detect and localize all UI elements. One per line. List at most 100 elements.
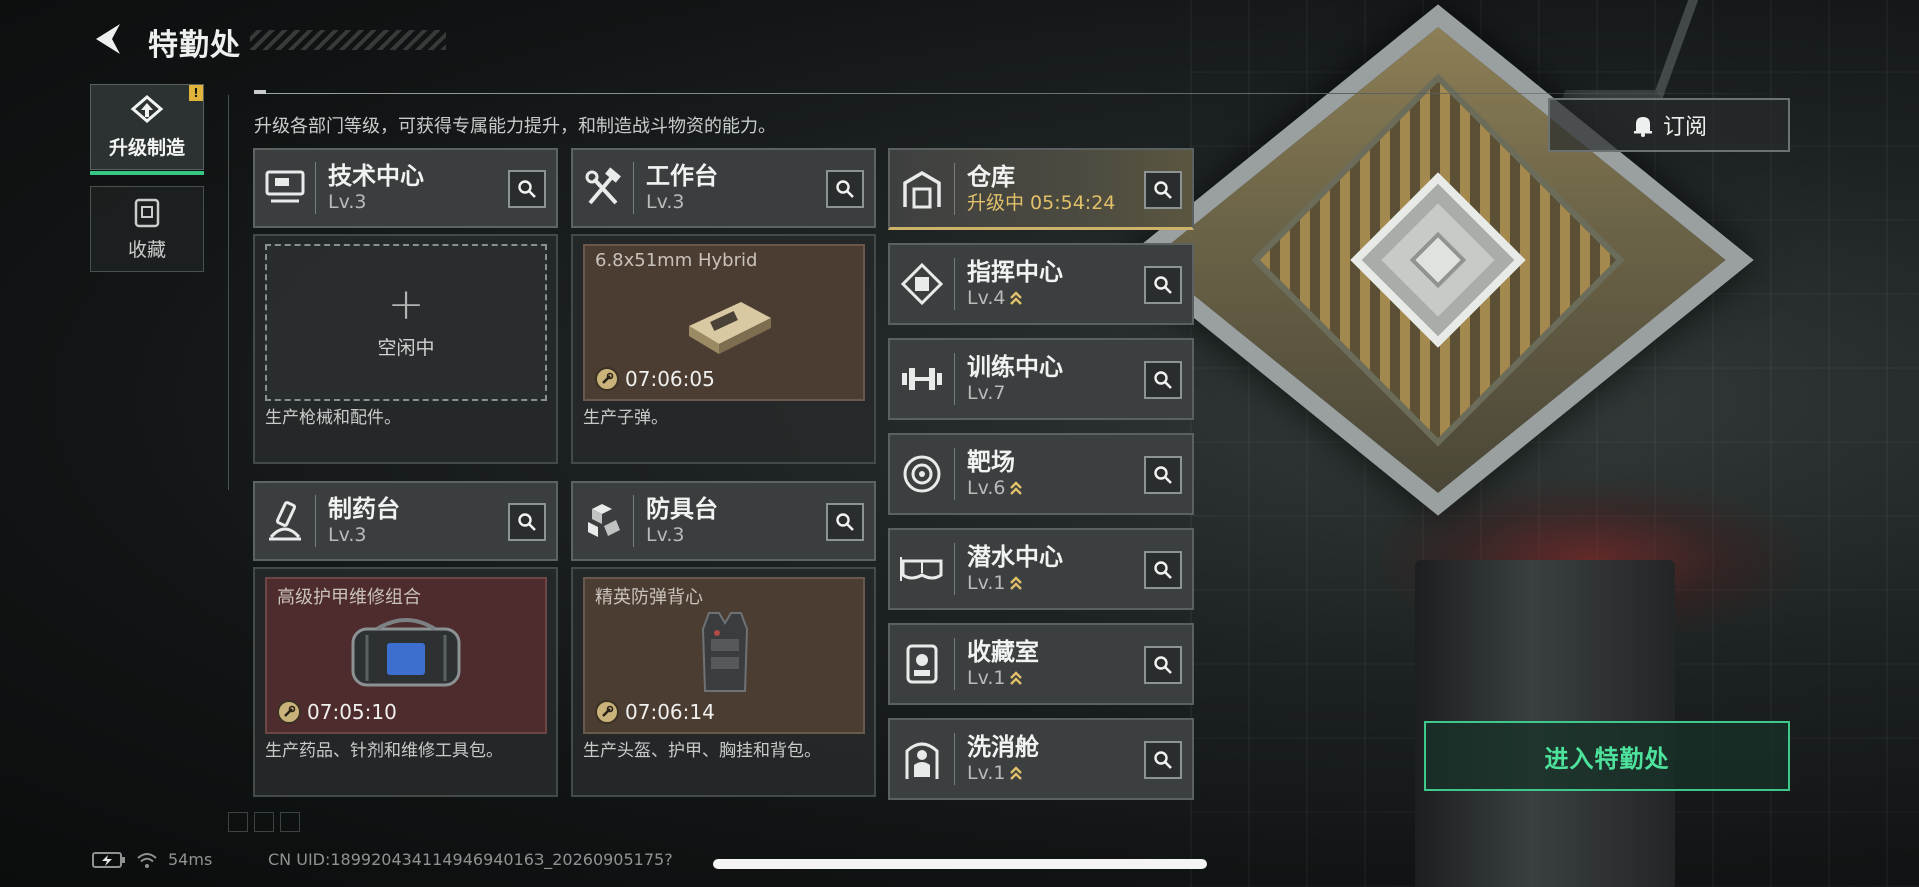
decontamination-icon xyxy=(905,742,939,779)
search-icon xyxy=(1154,276,1172,294)
facility-shooting-range[interactable]: 靶场 Lv.6 xyxy=(888,433,1194,515)
repair-kit-bag-icon xyxy=(351,618,461,687)
facility-level: Lv.1 xyxy=(967,667,1006,689)
facility-description: 生产药品、针剂和维修工具包。 xyxy=(265,741,503,761)
user-uid: CN UID:18992043411494694016З_20260905175… xyxy=(268,850,673,869)
item-name: 精英防弹背心 xyxy=(595,587,703,608)
inspect-button[interactable] xyxy=(508,503,546,541)
collection-icon xyxy=(134,198,160,227)
tab-collection[interactable]: 收藏 xyxy=(90,186,204,272)
inspect-button[interactable] xyxy=(1144,171,1182,209)
subscribe-button[interactable]: 订阅 xyxy=(1548,98,1790,152)
production-slot-empty[interactable]: + 空闲中 xyxy=(265,244,547,401)
add-icon: + xyxy=(387,279,425,330)
item-name: 6.8x51mm Hybrid xyxy=(595,250,758,271)
facility-collection-room[interactable]: 收藏室 Lv.1 xyxy=(888,623,1194,705)
upgrade-icon xyxy=(130,94,164,123)
search-icon xyxy=(836,513,854,531)
tab-label: 升级制造 xyxy=(108,136,185,159)
back-button[interactable] xyxy=(92,22,126,56)
command-center-icon xyxy=(900,262,944,306)
production-slot[interactable]: 6.8x51mm Hybrid 07:06:05 xyxy=(583,244,865,401)
facility-name: 仓库 xyxy=(967,162,1015,191)
status-bar: 54ms xyxy=(92,850,212,869)
production-slot[interactable]: 高级护甲维修组合 07:05:10 xyxy=(265,577,547,734)
inspect-button[interactable] xyxy=(508,170,546,208)
divider-tick xyxy=(254,90,266,94)
divider-horizontal xyxy=(254,93,1790,94)
facility-command-center[interactable]: 指挥中心 Lv.4 xyxy=(888,243,1194,325)
shooting-range-icon xyxy=(903,455,941,493)
facility-level: Lv.1 xyxy=(967,762,1006,784)
armor-vest-icon xyxy=(701,612,749,692)
upgrade-available-icon xyxy=(1010,291,1023,305)
inspect-button[interactable] xyxy=(1144,551,1182,589)
production-card-tech-center: + 空闲中 生产枪械和配件。 xyxy=(253,234,558,464)
search-icon xyxy=(1154,751,1172,769)
search-icon xyxy=(836,180,854,198)
facility-level: Lv.7 xyxy=(967,382,1006,404)
facility-name: 防具台 xyxy=(646,495,718,523)
timer-value: 07:05:10 xyxy=(307,700,397,724)
upgrade-available-icon xyxy=(1010,671,1023,685)
inspect-button[interactable] xyxy=(826,170,864,208)
facility-training-center[interactable]: 训练中心 Lv.7 xyxy=(888,338,1194,420)
wifi-icon xyxy=(137,852,157,868)
search-icon xyxy=(1154,561,1172,579)
facility-header-pharmacy[interactable]: 制药台 Lv.3 xyxy=(253,481,558,561)
facility-name: 工作台 xyxy=(646,162,718,190)
wrench-timer-icon xyxy=(595,367,619,391)
upgrade-available-icon xyxy=(1010,576,1023,590)
battery-icon xyxy=(92,851,125,868)
production-card-pharmacy: 高级护甲维修组合 07:05:10 生产药品、针剂和维修工具包。 xyxy=(253,567,558,797)
inspect-button[interactable] xyxy=(1144,266,1182,304)
ammo-box-icon xyxy=(689,302,771,354)
facility-decontamination[interactable]: 洗消舱 Lv.1 xyxy=(888,718,1194,800)
production-slot[interactable]: 精英防弹背心 07:06:14 xyxy=(583,577,865,734)
alert-badge: ! xyxy=(189,85,203,101)
warehouse-icon xyxy=(903,170,941,208)
slot-status: 空闲中 xyxy=(377,337,435,359)
facility-name: 指挥中心 xyxy=(967,258,1063,286)
wrench-timer-icon xyxy=(595,700,619,724)
facility-header-armor-bench[interactable]: 防具台 Lv.3 xyxy=(571,481,876,561)
inspect-button[interactable] xyxy=(1144,741,1182,779)
search-icon xyxy=(1154,371,1172,389)
facility-header-workbench[interactable]: 工作台 Lv.3 xyxy=(571,148,876,228)
training-center-icon xyxy=(902,368,942,390)
wrench-timer-icon xyxy=(277,700,301,724)
facility-level: Lv.3 xyxy=(646,524,685,546)
facility-name: 制药台 xyxy=(328,495,400,523)
search-icon xyxy=(518,513,536,531)
pharmacy-icon xyxy=(269,501,301,541)
facility-header-tech-center[interactable]: 技术中心 Lv.3 xyxy=(253,148,558,228)
facility-name: 洗消舱 xyxy=(967,733,1039,761)
tech-center-icon xyxy=(265,170,305,203)
facility-diving-center[interactable]: 潜水中心 Lv.1 xyxy=(888,528,1194,610)
back-arrow-icon xyxy=(96,24,120,54)
inspect-button[interactable] xyxy=(826,503,864,541)
footer-decoration xyxy=(228,812,300,832)
timer-value: 07:06:14 xyxy=(625,700,715,724)
armor-bench-icon xyxy=(588,504,620,537)
enter-headquarters-button[interactable]: 进入特勤处 xyxy=(1424,721,1790,791)
upgrade-available-icon xyxy=(1010,766,1023,780)
facility-warehouse[interactable]: 仓库 升级中 05:54:24 xyxy=(888,148,1194,230)
home-indicator[interactable] xyxy=(713,859,1207,869)
inspect-button[interactable] xyxy=(1144,456,1182,494)
production-timer: 07:05:10 xyxy=(277,700,397,724)
bell-icon xyxy=(1633,117,1652,137)
upgrade-available-icon xyxy=(1010,481,1023,495)
inspect-button[interactable] xyxy=(1144,361,1182,399)
ping-value: 54ms xyxy=(168,850,213,869)
facility-name: 技术中心 xyxy=(328,162,424,190)
facility-name: 训练中心 xyxy=(967,353,1063,381)
tab-upgrade-manufacture[interactable]: ! 升级制造 xyxy=(90,84,204,175)
page-description: 升级各部门等级，可获得专属能力提升，和制造战斗物资的能力。 xyxy=(254,116,776,137)
tab-active-indicator xyxy=(90,171,204,175)
inspect-button[interactable] xyxy=(1144,646,1182,684)
facility-level: Lv.3 xyxy=(646,191,685,213)
item-name: 高级护甲维修组合 xyxy=(277,587,421,608)
facility-name: 靶场 xyxy=(967,448,1015,476)
facility-description: 生产枪械和配件。 xyxy=(265,408,401,428)
